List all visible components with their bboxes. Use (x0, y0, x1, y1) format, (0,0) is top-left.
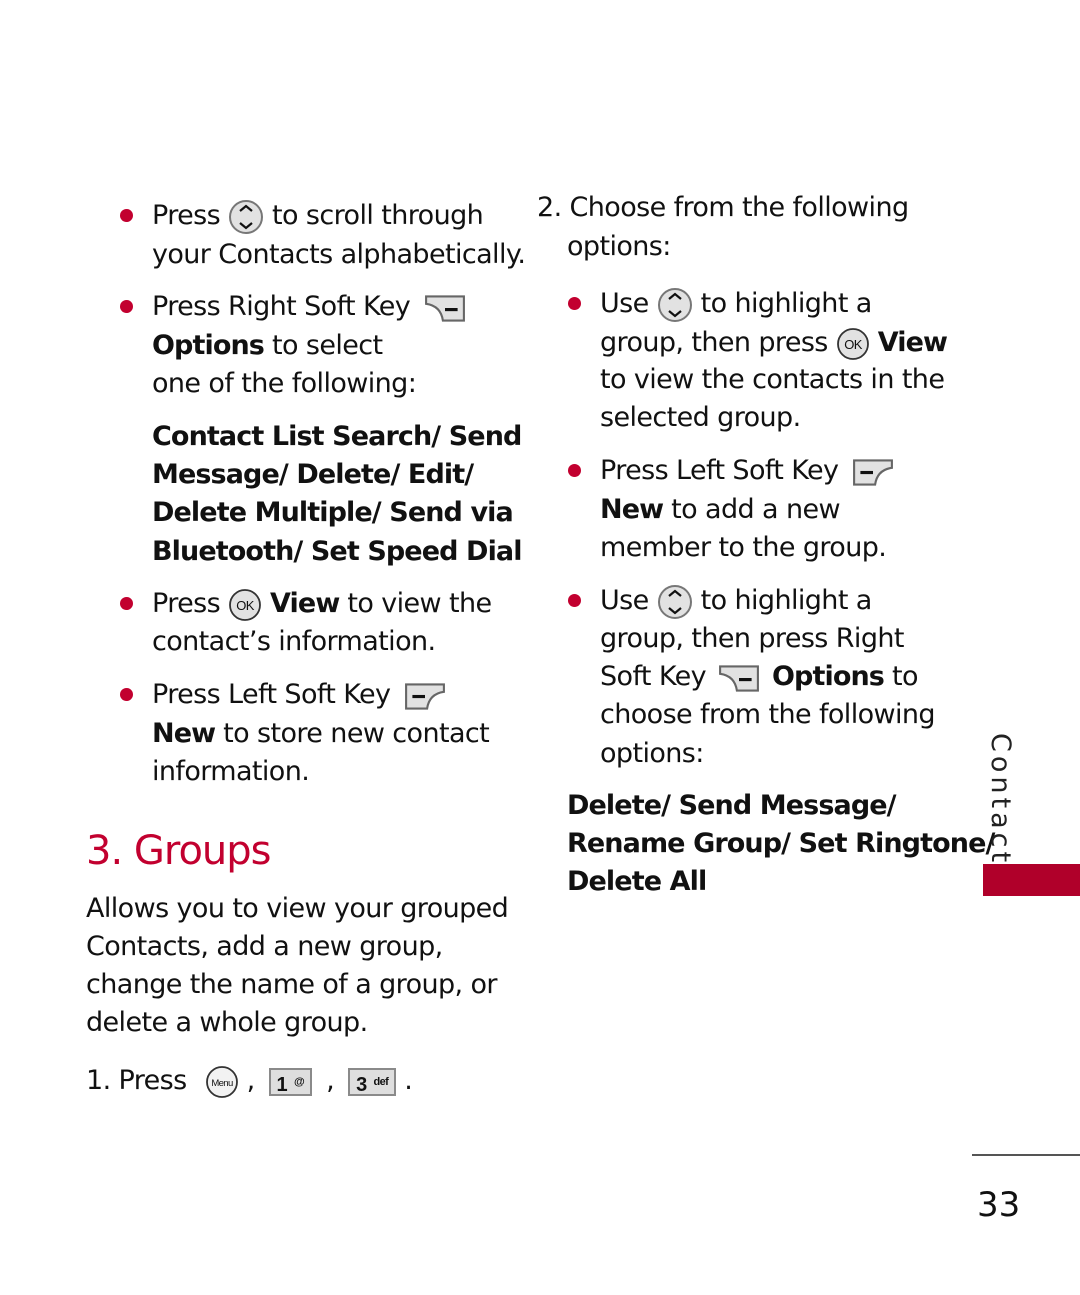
bullet-new-line2: New to store new contact (152, 715, 490, 753)
group-options-line3: Soft Key Options to (600, 658, 918, 696)
text: Press (152, 588, 221, 619)
text: to highlight a (700, 585, 873, 616)
group-options-list-line: Rename Group/ Set Ringtone/ (567, 828, 995, 859)
key-number: 3 (356, 1073, 367, 1096)
text: to store new contact (215, 718, 490, 749)
group-view-line1: Use to highlight a (600, 285, 872, 323)
view-keyword: View (270, 588, 340, 619)
key-letters: def (373, 1075, 389, 1088)
text: Use (600, 585, 649, 616)
group-new-line2: New to add a new (600, 491, 841, 529)
navigation-key-icon (657, 287, 693, 323)
bullet-view-line1: Press View to view the (152, 585, 492, 623)
bullet-view-line2: contact’s information. (152, 626, 436, 657)
group-new-line3: member to the group. (600, 532, 887, 563)
left-soft-key-icon (404, 681, 446, 711)
group-options-line4: choose from the following (600, 699, 936, 730)
right-soft-key-icon (424, 293, 466, 323)
key-number: 1 (276, 1073, 288, 1096)
bullet-scroll-line2: your Contacts alphabetically. (152, 239, 526, 270)
text: to add a new (663, 494, 840, 525)
options-keyword: Options (152, 330, 265, 361)
new-keyword: New (600, 494, 664, 525)
contact-options-list-line: Bluetooth/ Set Speed Dial (152, 536, 522, 567)
contact-options-list-line: Message/ Delete/ Edit/ (152, 459, 474, 490)
page-number: 33 (977, 1185, 1021, 1225)
contact-options-list-line: Delete Multiple/ Send via (152, 497, 514, 528)
left-soft-key-icon (852, 457, 894, 487)
group-options-line2: group, then press Right (600, 623, 904, 654)
navigation-key-icon (228, 199, 264, 235)
bullet-options-line1: Press Right Soft Key (152, 288, 466, 326)
group-options-list-line: Delete/ Send Message/ (567, 790, 897, 821)
new-keyword: New (152, 718, 216, 749)
period: . (404, 1065, 413, 1096)
bullet-marker (568, 594, 581, 607)
menu-key-icon (205, 1065, 239, 1099)
text: to view the (339, 588, 492, 619)
group-view-line4: selected group. (600, 402, 801, 433)
side-tab-label: Contacts (985, 733, 1016, 885)
group-options-line1: Use to highlight a (600, 582, 872, 620)
ok-key-icon (228, 588, 262, 622)
key-letters: @ (293, 1075, 305, 1088)
section-title: 3. Groups (86, 828, 271, 874)
separator: , (326, 1065, 335, 1096)
bullet-marker (568, 464, 581, 477)
bullet-new-line1: Press Left Soft Key (152, 676, 446, 714)
text: Press Left Soft Key (600, 455, 839, 486)
group-new-line1: Press Left Soft Key (600, 452, 894, 490)
options-keyword: Options (771, 661, 885, 692)
text: Press (152, 200, 221, 231)
right-soft-key-icon (718, 663, 760, 693)
text: Soft Key (600, 661, 707, 692)
bullet-marker (568, 297, 581, 310)
bullet-options-line3: one of the following: (152, 368, 417, 399)
text: group, then press (600, 327, 828, 358)
step-2-line1: 2. Choose from the following (537, 192, 909, 223)
bullet-marker (120, 209, 133, 222)
step-1-label: 1. Press (86, 1065, 187, 1096)
group-options-list-line: Delete All (567, 866, 707, 897)
key-1-icon: 1 @ (268, 1067, 313, 1096)
section-description-line: change the name of a group, or (86, 969, 498, 1000)
bullet-marker (120, 597, 133, 610)
section-description-line: Allows you to view your grouped (86, 893, 509, 924)
text: to highlight a (700, 288, 873, 319)
bullet-new-line3: information. (152, 756, 310, 787)
bullet-marker (120, 300, 133, 313)
text: to (883, 661, 919, 692)
section-description-line: delete a whole group. (86, 1007, 368, 1038)
separator: , (246, 1065, 256, 1096)
step-2-line2: options: (567, 231, 671, 262)
bullet-scroll-line1: Press to scroll through (152, 197, 484, 235)
view-keyword: View (877, 327, 948, 358)
group-view-line2: group, then press View (600, 324, 948, 362)
text: Press Right Soft Key (152, 291, 411, 322)
group-options-line5: options: (600, 738, 704, 769)
text: Use (600, 288, 649, 319)
footer-rule (972, 1154, 1080, 1156)
text: Press Left Soft Key (152, 679, 391, 710)
ok-key-icon (836, 327, 870, 361)
group-view-line3: to view the contacts in the (600, 364, 945, 395)
side-tab-bar (983, 864, 1080, 896)
contact-options-list-line: Contact List Search/ Send (152, 421, 522, 452)
step-1: 1. Press , 1 @ , 3 def . (86, 1062, 413, 1100)
bullet-marker (120, 688, 133, 701)
bullet-options-line2: Options to select (152, 327, 383, 365)
section-description-line: Contacts, add a new group, (86, 931, 443, 962)
navigation-key-icon (657, 584, 693, 620)
text: to select (263, 330, 383, 361)
key-3-icon: 3 def (348, 1067, 397, 1096)
text: to scroll through (272, 200, 484, 231)
